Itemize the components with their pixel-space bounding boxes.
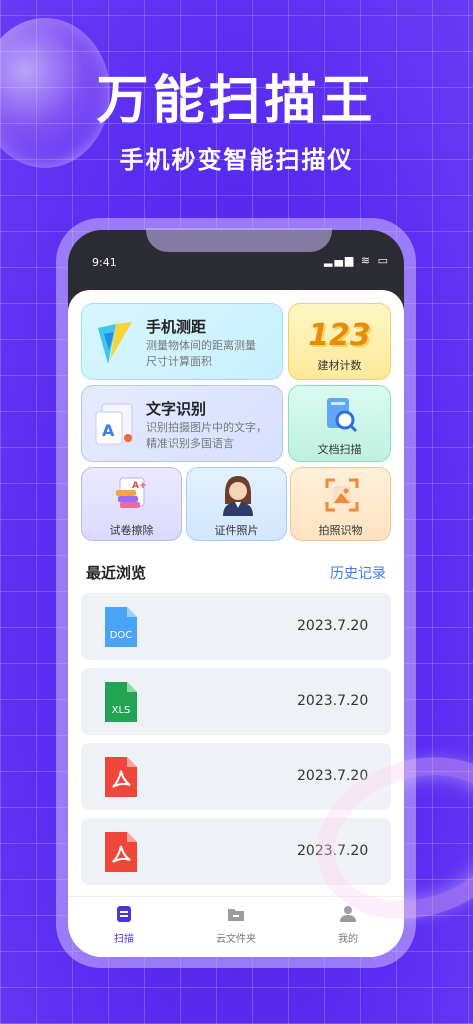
file-date: 2023.7.20 xyxy=(297,618,369,634)
xls-file-icon: XLS xyxy=(105,682,137,722)
tab-mine-label: 我的 xyxy=(338,934,358,945)
feature-measure-card[interactable]: 手机测距 测量物体间的距离测量尺寸计算面积 xyxy=(81,303,283,380)
status-icons: ▂▄▆ ≋ ▭ xyxy=(324,254,390,267)
feature-photo-recognize-card[interactable]: 拍照识物 xyxy=(290,467,391,541)
feature-measure-title: 手机测距 xyxy=(146,318,207,336)
svg-text:A+: A+ xyxy=(132,481,147,491)
pdf-file-icon xyxy=(105,757,137,797)
file-date: 2023.7.20 xyxy=(297,693,369,709)
tab-cloud-folder-label: 云文件夹 xyxy=(216,934,256,945)
feature-text-recognition-desc: 识别拍摄图片中的文字，精准识别多国语言 xyxy=(146,421,267,450)
feature-exam-erase-card[interactable]: A+ 试卷擦除 xyxy=(81,467,182,541)
feature-count-label: 建材计数 xyxy=(317,359,362,372)
file-type-label: DOC xyxy=(110,630,133,641)
doc-file-icon: DOC xyxy=(105,607,137,647)
feature-text-recognition-title: 文字识别 xyxy=(146,400,207,418)
feature-count-card[interactable]: 123 建材计数 xyxy=(288,303,391,380)
text-recognition-icon: A xyxy=(95,403,133,445)
exam-paper-icon: A+ xyxy=(116,477,147,508)
status-time: 9:41 xyxy=(92,256,117,269)
promo-subline: 手机秒变智能扫描仪 xyxy=(119,146,354,174)
id-photo-person-icon xyxy=(223,476,253,516)
feature-id-photo-label: 证件照片 xyxy=(214,524,259,537)
feature-doc-scan-label: 文档扫描 xyxy=(317,443,362,456)
feature-photo-recognize-label: 拍照识物 xyxy=(318,524,363,537)
recent-section-title: 最近浏览 xyxy=(86,564,147,582)
recent-file-row[interactable]: DOC 2023.7.20 xyxy=(81,593,391,660)
feature-measure-desc: 测量物体间的距离测量尺寸计算面积 xyxy=(146,339,256,368)
count-number-icon: 123 xyxy=(308,318,371,353)
svg-text:A: A xyxy=(102,421,115,440)
promo-headline: 万能扫描王 xyxy=(96,71,377,131)
feature-doc-scan-card[interactable]: 文档扫描 xyxy=(288,385,391,462)
file-type-label: XLS xyxy=(112,705,131,716)
document-search-icon xyxy=(327,398,358,433)
feature-id-photo-card[interactable]: 证件照片 xyxy=(186,467,287,541)
ruler-icon xyxy=(98,322,132,364)
tab-scan-label: 扫描 xyxy=(114,934,134,945)
recent-file-row[interactable]: XLS 2023.7.20 xyxy=(81,668,391,735)
folder-tab-icon xyxy=(228,909,244,921)
tab-cloud-folder[interactable]: 云文件夹 xyxy=(196,905,276,945)
history-link[interactable]: 历史记录 xyxy=(330,563,386,583)
phone-notch xyxy=(146,228,332,252)
photo-scan-icon xyxy=(325,478,359,512)
tab-scan[interactable]: 扫描 xyxy=(84,905,164,945)
feature-text-recognition-card[interactable]: A 文字识别 识别拍摄图片中的文字，精准识别多国语言 xyxy=(81,385,283,462)
pdf-file-icon xyxy=(105,832,137,872)
scan-tab-icon xyxy=(117,906,131,922)
feature-exam-erase-label: 试卷擦除 xyxy=(109,524,154,537)
